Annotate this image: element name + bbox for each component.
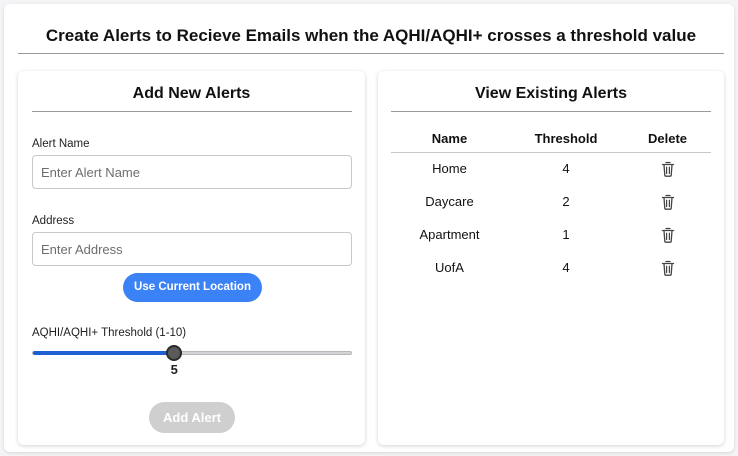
threshold-value: 5 [170,362,178,377]
page-container: Create Alerts to Recieve Emails when the… [4,4,734,452]
alert-name-cell: Home [432,161,467,177]
existing-alerts-panel: View Existing Alerts Name Threshold Dele… [378,71,724,445]
trash-icon[interactable] [661,227,675,243]
alert-threshold-cell: 4 [562,260,570,275]
alert-delete-cell [624,251,711,284]
table-row: Home 4 [391,152,711,185]
add-panel-divider [32,111,352,112]
column-header-delete: Delete [624,127,711,153]
page-title: Create Alerts to Recieve Emails when the… [45,26,697,45]
threshold-slider-thumb[interactable] [166,345,183,361]
add-alert-button[interactable]: Add Alert [149,402,235,433]
alert-name-label: Alert Name [32,138,90,150]
trash-icon[interactable] [661,260,675,276]
table-row: UofA 4 [391,251,711,284]
alert-delete-cell [624,185,711,218]
table-header-row: Name Threshold Delete [391,127,711,153]
address-label: Address [32,215,75,227]
add-alert-panel: Add New Alerts Alert Name Address Use Cu… [18,71,365,445]
threshold-label: AQHI/AQHI+ Threshold (1-10) [32,327,187,339]
table-row: Apartment 1 [391,218,711,251]
column-header-name: Name [391,127,508,153]
alert-name-cell: UofA [435,260,464,275]
alert-name-cell: Apartment [419,227,480,242]
alert-delete-cell [624,218,711,251]
alerts-table: Name Threshold Delete Home 4 Daycare 2 A… [391,127,711,284]
add-panel-title: Add New Alerts [132,85,251,102]
threshold-slider-fill [33,351,176,355]
alert-threshold-cell: 1 [562,227,570,242]
use-current-location-button[interactable]: Use Current Location [123,273,262,302]
alert-threshold-cell: 2 [562,194,570,209]
trash-icon[interactable] [661,161,675,177]
alert-name-cell: Daycare [425,194,474,209]
alert-name-input[interactable] [32,155,352,189]
address-input[interactable] [32,232,352,266]
threshold-slider-track[interactable] [32,351,352,355]
alert-threshold-cell: 4 [562,161,570,177]
view-panel-divider [391,111,711,112]
table-row: Daycare 2 [391,185,711,218]
column-header-threshold: Threshold [508,127,624,153]
trash-icon[interactable] [661,194,675,210]
alert-delete-cell [624,152,711,185]
title-divider [18,53,724,54]
view-panel-title: View Existing Alerts [474,85,628,102]
